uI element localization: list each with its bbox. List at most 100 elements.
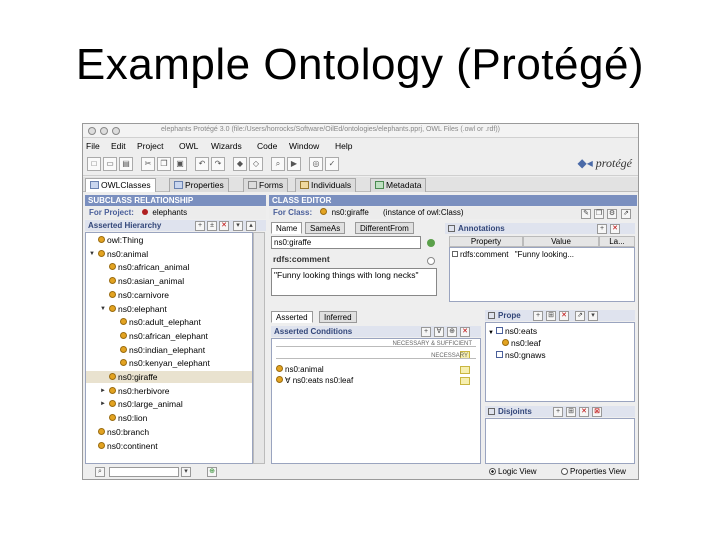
delete-condition-icon[interactable]: ✕	[460, 327, 470, 337]
class-tree-row[interactable]: ► ns0:herbivore	[86, 385, 252, 397]
class-tree-row[interactable]: ns0:african_elephant	[86, 330, 252, 342]
tab-inferred[interactable]: Inferred	[319, 311, 357, 323]
class-name-field[interactable]: ns0:giraffe	[271, 236, 421, 249]
undo-icon[interactable]: ↶	[195, 157, 209, 171]
menu-code[interactable]: Code	[257, 141, 277, 151]
tab-differentfrom[interactable]: DifferentFrom	[355, 222, 414, 234]
tab-metadata[interactable]: Metadata	[370, 178, 427, 192]
close-window-icon[interactable]	[88, 127, 96, 135]
class-tree-row[interactable]: ns0:kenyan_elephant	[86, 357, 252, 369]
add-condition-icon[interactable]: +	[421, 327, 431, 337]
prop-remove-icon[interactable]: ✕	[559, 311, 569, 321]
prop-add-all-icon[interactable]: ⊞	[546, 311, 556, 321]
menu-help[interactable]: Help	[335, 141, 352, 151]
class-tree-row[interactable]: ns0:carnivore	[86, 289, 252, 301]
class-tree-row[interactable]: ns0:continent	[86, 440, 252, 452]
logic-view-option[interactable]: Logic View	[489, 467, 537, 476]
comment-lang-icon[interactable]	[427, 257, 435, 265]
disjoint-add-icon[interactable]: +	[553, 407, 563, 417]
collapse-arrow-icon[interactable]: ▼	[100, 303, 106, 315]
menu-owl[interactable]: OWL	[179, 141, 198, 151]
expand-arrow-icon[interactable]: ►	[100, 385, 106, 397]
add-named-class-icon[interactable]: ⊕	[447, 327, 457, 337]
prop-menu-icon[interactable]: ▾	[588, 311, 598, 321]
find-dropdown-icon[interactable]: ▾	[181, 467, 191, 477]
add-sibling-icon[interactable]: ±	[207, 221, 217, 231]
add-subclass-icon[interactable]: +	[195, 221, 205, 231]
logic-view-radio[interactable]	[489, 468, 496, 475]
open-project-icon[interactable]: ▭	[103, 157, 117, 171]
menu-project[interactable]: Project	[137, 141, 163, 151]
expand-hierarchy-icon[interactable]: ▴	[246, 221, 256, 231]
class-tree-row[interactable]: ▼ ns0:animal	[86, 248, 252, 260]
condition-row[interactable]: ns0:animal	[276, 365, 324, 374]
create-restriction-icon[interactable]: ∀	[434, 327, 444, 337]
prop-row-leaf[interactable]: ns0:leaf	[502, 337, 541, 349]
comment-field[interactable]: "Funny looking things with long necks"	[271, 268, 437, 296]
tab-forms[interactable]: Forms	[243, 178, 289, 192]
annotations-col-value[interactable]: Value	[523, 236, 599, 247]
editor-note-icon[interactable]: ✎	[581, 209, 591, 219]
properties-view-option[interactable]: Properties View	[561, 467, 626, 476]
new-project-icon[interactable]: □	[87, 157, 101, 171]
redo-icon[interactable]: ↷	[211, 157, 225, 171]
editor-properties-icon[interactable]: ⚙	[607, 209, 617, 219]
disjoint-remove-all-icon[interactable]: ⊠	[592, 407, 602, 417]
annotations-col-lang[interactable]: La...	[599, 236, 635, 247]
tab-individuals[interactable]: Individuals	[295, 178, 357, 192]
editor-clone-icon[interactable]: ❐	[594, 209, 604, 219]
prop-add-icon[interactable]: +	[533, 311, 543, 321]
menu-window[interactable]: Window	[289, 141, 319, 151]
find-class-field[interactable]	[109, 467, 179, 477]
tab-name[interactable]: Name	[271, 222, 303, 234]
add-tag-icon[interactable]: ⊕	[207, 467, 217, 477]
tree-scrollbar[interactable]	[253, 232, 265, 464]
minimize-window-icon[interactable]	[100, 127, 108, 135]
classify-icon[interactable]: ◆	[233, 157, 247, 171]
copy-icon[interactable]: ❐	[157, 157, 171, 171]
editor-link-icon[interactable]: ⇗	[621, 209, 631, 219]
class-tree-row[interactable]: ns0:african_animal	[86, 261, 252, 273]
class-tree-row[interactable]: ► ns0:large_animal	[86, 398, 252, 410]
run-icon[interactable]: ▶	[287, 157, 301, 171]
class-tree-row[interactable]: owl:Thing	[86, 234, 252, 246]
zoom-window-icon[interactable]	[112, 127, 120, 135]
annotations-col-property[interactable]: Property	[449, 236, 523, 247]
class-tree-row[interactable]: ns0:branch	[86, 426, 252, 438]
prop-link-icon[interactable]: ⇗	[575, 311, 585, 321]
cut-icon[interactable]: ✂	[141, 157, 155, 171]
tab-asserted[interactable]: Asserted	[271, 311, 313, 323]
menu-wizards[interactable]: Wizards	[211, 141, 242, 151]
annotation-row[interactable]: rdfs:comment "Funny looking...	[452, 250, 574, 259]
consistency-icon[interactable]: ◇	[249, 157, 263, 171]
class-tree-row[interactable]: ns0:lion	[86, 412, 252, 424]
paste-icon[interactable]: ▣	[173, 157, 187, 171]
prop-arrow-icon[interactable]: ▼	[488, 330, 494, 336]
menu-edit[interactable]: Edit	[111, 141, 126, 151]
add-annotation-icon[interactable]: +	[597, 224, 607, 234]
tab-properties[interactable]: Properties	[169, 178, 229, 192]
tab-owl-classes[interactable]: OWLClasses	[85, 178, 156, 192]
menu-file[interactable]: File	[86, 141, 100, 151]
disjoint-add-all-icon[interactable]: ⊞	[566, 407, 576, 417]
class-tree-row[interactable]: ns0:giraffe	[86, 371, 252, 383]
check-icon[interactable]: ✓	[325, 157, 339, 171]
disjoint-remove-icon[interactable]: ✕	[579, 407, 589, 417]
properties-view-radio[interactable]	[561, 468, 568, 475]
condition-row[interactable]: ∀ ns0:eats ns0:leaf	[276, 376, 353, 385]
collapse-arrow-icon[interactable]: ▼	[89, 248, 95, 260]
find-class-icon[interactable]: ⌕	[95, 467, 105, 477]
class-tree-row[interactable]: ▼ ns0:elephant	[86, 303, 252, 315]
class-tree-row[interactable]: ns0:adult_elephant	[86, 316, 252, 328]
reasoner-icon[interactable]: ◎	[309, 157, 323, 171]
class-tree-row[interactable]: ns0:indian_elephant	[86, 344, 252, 356]
save-project-icon[interactable]: ▤	[119, 157, 133, 171]
expand-arrow-icon[interactable]: ►	[100, 398, 106, 410]
delete-annotation-icon[interactable]: ✕	[610, 224, 620, 234]
class-tree-row[interactable]: ns0:asian_animal	[86, 275, 252, 287]
delete-class-icon[interactable]: ✕	[219, 221, 229, 231]
hierarchy-menu-icon[interactable]: ▾	[233, 221, 243, 231]
prop-row-gnaws[interactable]: ns0:gnaws	[496, 349, 546, 361]
search-icon[interactable]: ⌕	[271, 157, 285, 171]
tab-sameas[interactable]: SameAs	[305, 222, 346, 234]
